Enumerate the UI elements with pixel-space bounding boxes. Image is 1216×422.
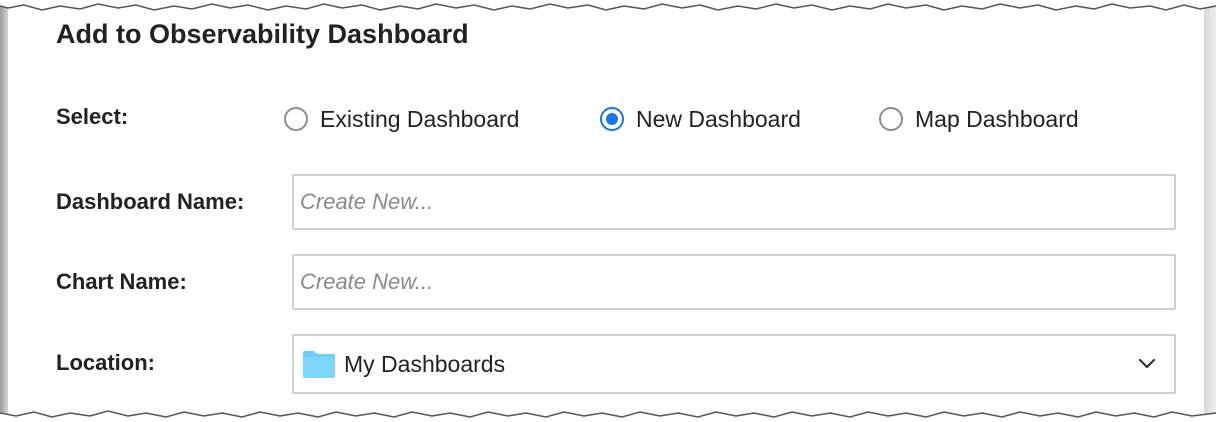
add-to-dashboard-dialog: Add to Observability Dashboard Select: E…	[8, 0, 1204, 422]
radio-button-map[interactable]	[879, 107, 903, 131]
radio-label-map: Map Dashboard	[915, 105, 1079, 132]
chart-name-input[interactable]	[292, 254, 1176, 310]
folder-icon	[303, 351, 335, 378]
radio-new-dashboard[interactable]: New Dashboard	[600, 103, 801, 135]
radio-map-dashboard[interactable]: Map Dashboard	[879, 103, 1079, 135]
location-select[interactable]: My Dashboards	[292, 334, 1176, 394]
chart-name-label: Chart Name:	[56, 269, 187, 294]
torn-edge-bottom	[0, 410, 1216, 422]
radio-existing-dashboard[interactable]: Existing Dashboard	[284, 103, 519, 135]
background-edge-left	[0, 0, 8, 422]
location-selected-value: My Dashboards	[344, 350, 506, 377]
radio-label-existing: Existing Dashboard	[320, 105, 520, 132]
dashboard-name-label: Dashboard Name:	[56, 189, 245, 214]
torn-edge-top	[0, 0, 1216, 11]
radio-label-new: New Dashboard	[636, 105, 801, 132]
background-edge-right	[1204, 0, 1216, 422]
radio-button-new[interactable]	[600, 107, 624, 131]
location-label: Location:	[56, 350, 155, 375]
radio-button-existing[interactable]	[284, 107, 308, 131]
select-label: Select:	[56, 104, 129, 129]
dialog-title: Add to Observability Dashboard	[56, 19, 469, 49]
dashboard-name-input[interactable]	[292, 174, 1176, 230]
chevron-down-icon[interactable]	[1138, 357, 1156, 371]
